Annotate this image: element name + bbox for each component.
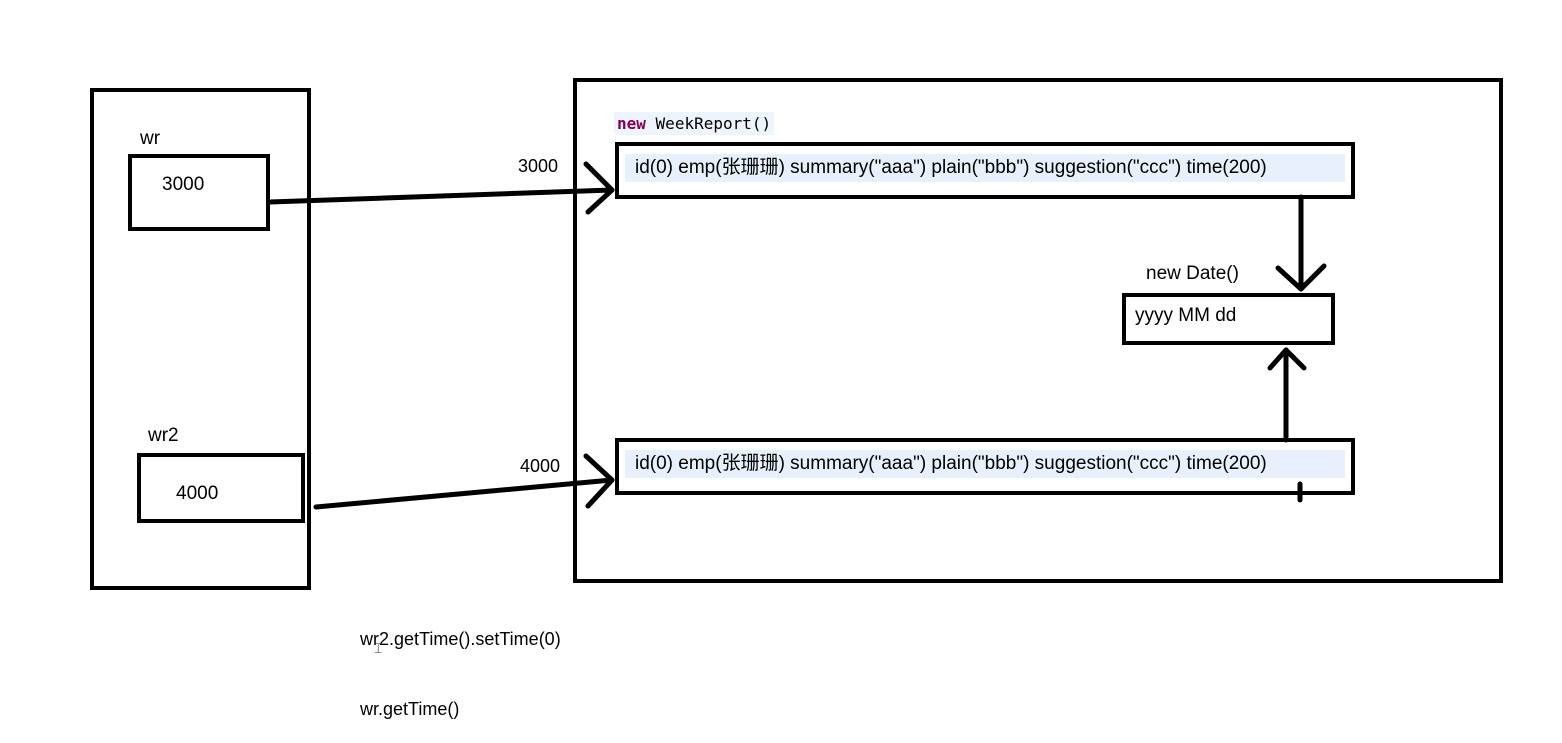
text-cursor-icon: ⌶ [374, 640, 383, 656]
arrow-wr2-to-obj2 [313, 477, 615, 510]
reference-arrows [267, 161, 1327, 510]
note-line-1: wr2.getTime().setTime(0) [360, 629, 561, 649]
note-line-2: wr.getTime() [360, 699, 460, 719]
arrow-wr-to-obj1 [267, 187, 615, 205]
